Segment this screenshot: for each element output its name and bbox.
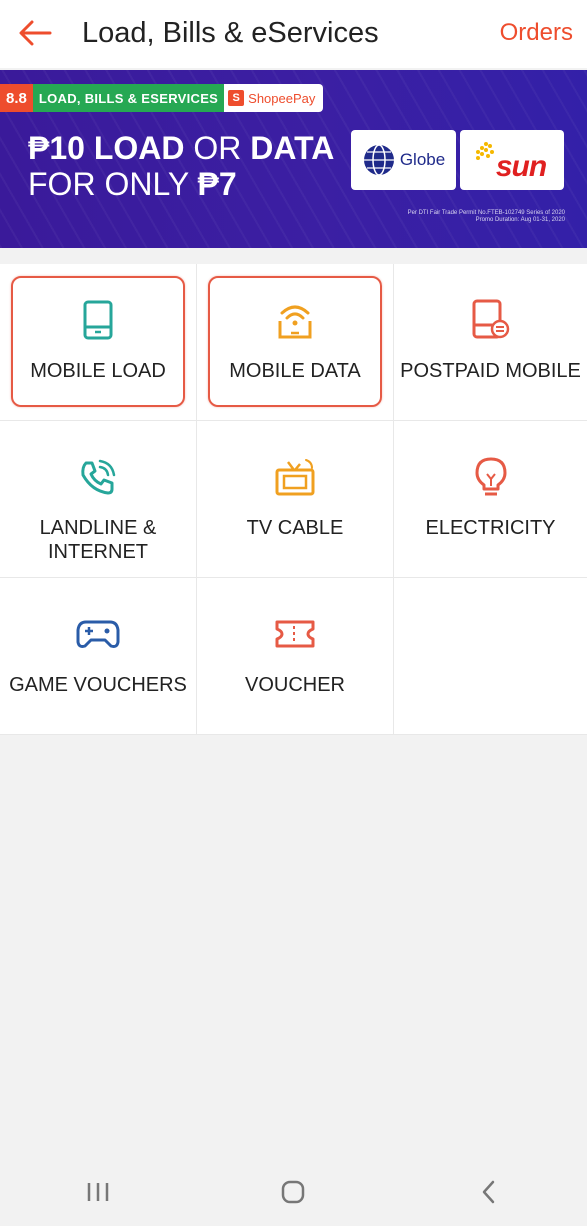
recent-apps-icon — [87, 1183, 109, 1201]
service-label: TV CABLE — [246, 517, 344, 539]
ticket-icon — [273, 612, 317, 656]
service-label: POSTPAID MOBILE — [400, 360, 581, 382]
service-landline-internet[interactable]: LANDLINE & INTERNET — [0, 421, 197, 578]
home-button[interactable] — [263, 1167, 323, 1217]
service-label: MOBILE DATA — [229, 360, 361, 382]
sun-brand-text: sun — [495, 150, 547, 183]
service-label: LANDLINE & INTERNET — [39, 517, 157, 563]
service-mobile-load[interactable]: MOBILE LOAD — [0, 264, 197, 421]
service-label: MOBILE LOAD — [30, 360, 166, 382]
globe-brand-text: Globe — [399, 150, 446, 169]
chevron-left-icon — [482, 1180, 495, 1204]
home-icon — [282, 1180, 305, 1204]
page-title: Load, Bills & eServices — [82, 17, 379, 49]
service-label: GAME VOUCHERS — [9, 674, 187, 696]
service-label: VOUCHER — [244, 674, 345, 696]
recent-apps-button[interactable] — [68, 1167, 128, 1217]
mobile-phone-icon — [76, 298, 120, 342]
postpaid-phone-icon — [469, 298, 513, 342]
gamepad-icon — [76, 612, 120, 656]
lightbulb-icon — [469, 455, 513, 499]
promo-headline-line2: FOR ONLY ₱7 — [28, 166, 237, 202]
shopeepay-logo-icon: S — [228, 90, 245, 106]
system-back-button[interactable] — [459, 1167, 519, 1217]
shopeepay-tag: S ShopeePay — [224, 84, 324, 112]
services-grid: MOBILE LOAD MOBILE DATA POSTPAID MOBILE … — [0, 264, 587, 735]
service-electricity[interactable]: ELECTRICITY — [394, 421, 587, 578]
service-mobile-data[interactable]: MOBILE DATA — [197, 264, 394, 421]
service-label: ELECTRICITY — [425, 517, 556, 539]
system-nav-bar — [0, 1158, 587, 1226]
globe-logo: Globe — [351, 130, 456, 190]
promo-tag-row: 8.8 LOAD, BILLS & ESERVICES S ShopeePay — [0, 84, 324, 112]
promo-tag-date: 8.8 — [0, 84, 33, 112]
service-postpaid-mobile[interactable]: POSTPAID MOBILE — [394, 264, 587, 421]
globe-logo-icon — [363, 144, 394, 176]
arrow-left-icon — [19, 20, 52, 46]
phone-call-icon — [76, 455, 120, 499]
promo-tag-label: LOAD, BILLS & ESERVICES — [32, 84, 225, 112]
promo-banner[interactable]: 8.8 LOAD, BILLS & ESERVICES S ShopeePay … — [0, 70, 587, 248]
sun-logo: sun — [460, 130, 564, 190]
permit-text: Per DTI Fair Trade Permit No.FTEB-102749… — [407, 210, 565, 223]
back-button[interactable] — [14, 12, 56, 54]
empty-grid-cell — [394, 578, 587, 735]
tv-icon — [273, 455, 317, 499]
service-tv-cable[interactable]: TV CABLE — [197, 421, 394, 578]
service-voucher[interactable]: VOUCHER — [197, 578, 394, 735]
orders-link[interactable]: Orders — [500, 16, 573, 50]
service-game-vouchers[interactable]: GAME VOUCHERS — [0, 578, 197, 735]
shopeepay-label: ShopeePay — [248, 90, 316, 106]
promo-headline-line1: ₱10 LOAD OR DATA — [28, 130, 335, 166]
wifi-phone-icon — [273, 298, 317, 342]
app-header: Load, Bills & eServices Orders — [0, 0, 587, 68]
sun-rays-icon — [476, 142, 494, 160]
